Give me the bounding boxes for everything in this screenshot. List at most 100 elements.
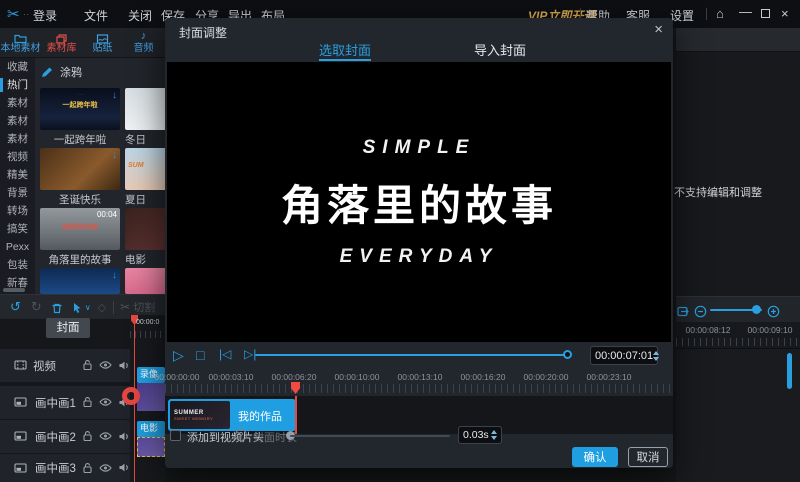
eye-icon[interactable] bbox=[99, 357, 112, 375]
music-note-icon: ♪ bbox=[123, 30, 164, 43]
template-thumb-newyear[interactable]: 一起跨年啦 ∙ ∙ ∙ ↓ bbox=[40, 88, 120, 130]
chevron-down-icon[interactable]: ∨ bbox=[85, 303, 91, 312]
dialog-title: 封面调整 bbox=[179, 24, 227, 41]
maximize-button[interactable] bbox=[761, 9, 770, 18]
eye-icon[interactable] bbox=[99, 459, 112, 477]
tab-local-media[interactable]: 本地素材 bbox=[0, 28, 41, 58]
track-header-video: 视频 bbox=[0, 349, 130, 382]
eye-icon[interactable] bbox=[99, 428, 112, 446]
thumb-title: 圣诞快乐 bbox=[40, 192, 120, 207]
category-item[interactable]: 素材 bbox=[0, 112, 35, 130]
login-button[interactable]: 登录 bbox=[33, 7, 57, 24]
lock-icon[interactable] bbox=[82, 357, 93, 375]
skip-start-icon[interactable]: |◁ bbox=[219, 347, 231, 361]
speaker-icon[interactable] bbox=[118, 357, 130, 375]
tab-label: 素材库 bbox=[41, 43, 82, 55]
cancel-button[interactable]: 取消 bbox=[628, 447, 668, 467]
category-transition[interactable]: 转场 bbox=[0, 202, 35, 220]
add-to-head-checkbox[interactable] bbox=[170, 430, 181, 441]
tab-material-library[interactable]: 素材库 bbox=[41, 28, 82, 58]
close-window-button[interactable]: × bbox=[781, 6, 789, 21]
track-header-pip1: 画中画1 bbox=[0, 386, 130, 419]
menu-close-project[interactable]: 关闭 bbox=[128, 7, 152, 24]
tab-label: 本地素材 bbox=[0, 43, 41, 55]
zoom-out-icon[interactable] bbox=[694, 303, 707, 321]
seek-slider-handle[interactable] bbox=[563, 350, 572, 359]
ruler-label: 00:00:10:00 bbox=[335, 372, 380, 382]
play-icon[interactable]: ▷ bbox=[173, 347, 184, 364]
lock-icon[interactable] bbox=[82, 394, 93, 412]
menu-settings[interactable]: 设置 bbox=[670, 7, 694, 24]
my-work-clip[interactable]: SUMMER SWEET MEMORY 我的作品 bbox=[168, 399, 296, 431]
fit-timeline-icon[interactable] bbox=[677, 303, 692, 321]
ruler-label: 00:00:03:10 bbox=[209, 372, 254, 382]
seek-slider-track[interactable] bbox=[255, 354, 572, 356]
clip-thumbnail: SUMMER SWEET MEMORY bbox=[170, 401, 230, 429]
template-thumb-corner-story[interactable]: 角落里的故事 00:04 bbox=[40, 208, 120, 250]
doodle-item[interactable]: 涂鸦 bbox=[40, 60, 82, 84]
home-icon[interactable]: ⌂ bbox=[716, 6, 724, 21]
speaker-icon[interactable] bbox=[118, 428, 130, 446]
category-favorites[interactable]: 收藏 bbox=[0, 58, 35, 76]
template-thumb-partial[interactable]: ↓ bbox=[40, 268, 120, 294]
category-funny[interactable]: 搞笑 bbox=[0, 220, 35, 238]
delete-icon[interactable] bbox=[51, 299, 63, 314]
minimize-button[interactable]: — bbox=[739, 4, 752, 19]
category-item[interactable]: 精美 bbox=[0, 166, 35, 184]
redo-icon[interactable]: ↻ bbox=[31, 299, 42, 315]
timeline-tracks-right bbox=[676, 348, 800, 482]
preview-line-title: 角落里的故事 bbox=[281, 172, 557, 233]
cut-scissors-icon[interactable]: ✂ bbox=[120, 300, 130, 314]
help-circle-icon[interactable]: ? bbox=[235, 429, 247, 441]
speaker-icon[interactable] bbox=[118, 459, 130, 477]
confirm-button[interactable]: 确认 bbox=[572, 447, 618, 467]
ruler-label: 00:00:00:00 bbox=[155, 372, 200, 382]
dialog-close-icon[interactable]: × bbox=[654, 21, 663, 38]
eye-icon[interactable] bbox=[99, 394, 112, 412]
rail-scrollbar[interactable] bbox=[3, 288, 25, 292]
duration-value: 0.03s bbox=[463, 429, 489, 441]
category-item[interactable]: 素材 bbox=[0, 130, 35, 148]
zoom-in-icon[interactable] bbox=[767, 303, 780, 321]
undo-icon[interactable]: ↺ bbox=[10, 299, 21, 315]
thumb-overlay-text: 角落里的故事 bbox=[40, 222, 120, 231]
timecode-box[interactable]: 00:00:07:01 bbox=[590, 346, 658, 365]
select-cursor-icon[interactable] bbox=[72, 300, 83, 315]
pip-icon bbox=[14, 394, 27, 412]
timeline-ruler-right: 00:00:08:12 00:00:09:10 bbox=[676, 322, 800, 348]
ruler-ticks[interactable] bbox=[165, 384, 673, 393]
timeline-zoom-toolbar bbox=[676, 296, 800, 322]
tab-sticker[interactable]: 贴纸 bbox=[82, 28, 123, 58]
cut-label: 切割 bbox=[133, 299, 155, 315]
tab-import-cover[interactable]: 导入封面 bbox=[474, 40, 526, 59]
category-pexels[interactable]: Pexx bbox=[0, 238, 35, 256]
vertical-scrollbar[interactable] bbox=[787, 353, 792, 389]
duration-value-box[interactable]: 0.03s bbox=[458, 426, 502, 444]
category-background[interactable]: 背景 bbox=[0, 184, 35, 202]
app-logo-scissors-icon: ✂ bbox=[7, 5, 20, 23]
clip-movie[interactable]: 电影 bbox=[137, 421, 165, 437]
category-hot[interactable]: 热门 bbox=[0, 76, 35, 94]
category-video[interactable]: 视频 bbox=[0, 148, 35, 166]
tab-audio[interactable]: ♪ 音频 bbox=[123, 28, 164, 58]
duration-spinner[interactable] bbox=[491, 430, 497, 440]
menu-file[interactable]: 文件 bbox=[84, 7, 108, 24]
clip-video-frames[interactable] bbox=[137, 383, 165, 411]
keyframe-icon[interactable]: ◇ bbox=[98, 301, 106, 314]
app-window: ✂ ∙∙ 登录 文件 关闭 保存 分享 导出 布局 VIP立即开通 帮助 客服 … bbox=[0, 0, 800, 482]
lock-icon[interactable] bbox=[82, 459, 93, 477]
pip-icon bbox=[14, 428, 27, 446]
lock-icon[interactable] bbox=[82, 428, 93, 446]
clip-selected[interactable] bbox=[137, 437, 165, 457]
template-thumb-christmas[interactable]: ↓ bbox=[40, 148, 120, 190]
category-item[interactable]: 素材 bbox=[0, 94, 35, 112]
cover-button[interactable]: 封面 bbox=[46, 318, 90, 338]
category-packaging[interactable]: 包装 bbox=[0, 256, 35, 274]
stop-icon[interactable]: □ bbox=[196, 347, 204, 363]
tab-select-cover[interactable]: 选取封面 bbox=[319, 40, 371, 59]
timecode-spinner[interactable] bbox=[653, 351, 659, 361]
zoom-slider-handle[interactable] bbox=[752, 305, 761, 314]
tab-label: 贴纸 bbox=[82, 43, 123, 55]
duration-slider-track[interactable] bbox=[290, 435, 450, 437]
playhead-time: 00:00:0 bbox=[136, 319, 159, 326]
